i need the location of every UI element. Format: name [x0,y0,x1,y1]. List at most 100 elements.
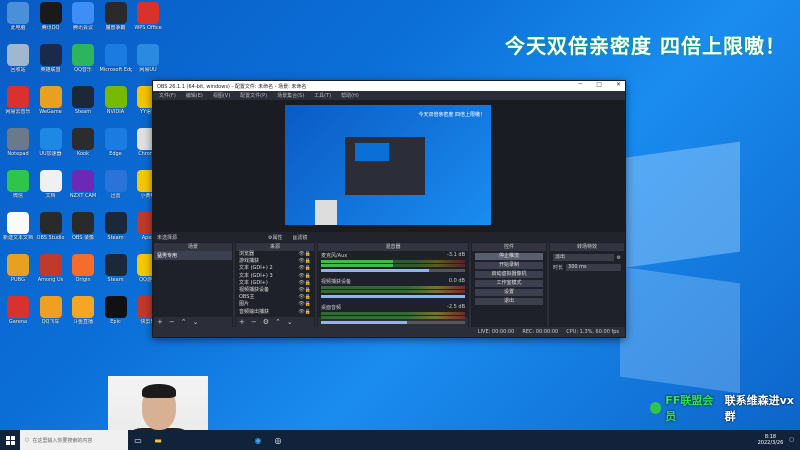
desktop-icon[interactable]: 网易UU [132,44,164,74]
menu-edit[interactable]: 编辑(E) [186,92,203,99]
start-button[interactable] [0,430,20,450]
volume-slider[interactable] [321,321,465,324]
desktop-icon[interactable]: 英雄联盟 [35,44,67,74]
transition-select[interactable]: 淡出 [553,254,614,261]
desktop-icon[interactable]: Epic [100,296,132,326]
desktop-icon[interactable]: Kook [67,128,99,158]
desktop-icon[interactable]: Steam [67,86,99,116]
exit-button[interactable]: 退出 [475,298,543,305]
source-label: 浏览器 [239,251,255,257]
visibility-lock-icon[interactable]: 👁🔒 [298,280,311,286]
desktop-icon[interactable]: NVIDIA [100,86,132,116]
desktop-icon[interactable]: UU加速器 [35,128,67,158]
edge-taskbar-icon[interactable]: ◉ [248,430,268,450]
clock[interactable]: 8:18 2022/3/26 [758,434,784,446]
desktop-icon[interactable]: PUBG [2,254,34,284]
obs-preview[interactable]: 今天双倍亲密度 四倍上限嗷！ [153,100,625,232]
duration-input[interactable]: 300 ms [566,264,621,271]
desktop-icon[interactable]: Garena [2,296,34,326]
menu-scene-collection[interactable]: 场景集合(S) [277,92,304,99]
file-explorer-icon[interactable]: ▬ [148,430,168,450]
desktop-icon[interactable]: 此电脑 [2,2,34,32]
desktop-icon[interactable]: 新建文本文档 [2,212,34,242]
visibility-lock-icon[interactable]: 👁🔒 [298,295,311,300]
desktop-icon[interactable]: Microsoft Edge [100,44,132,74]
obs-titlebar[interactable]: OBS 26.1.1 (64-bit, windows) - 配置文件: 未命名… [153,81,625,91]
settings-button[interactable]: 设置 [475,289,543,296]
minimize-icon[interactable]: ─ [579,81,583,88]
app-icon [137,44,159,66]
desktop-icon[interactable]: 斗鱼直播 [67,296,99,326]
add-icon[interactable]: + [239,318,245,326]
visibility-lock-icon[interactable]: 👁🔒 [298,309,311,315]
source-item[interactable]: 图片 👁🔒 [236,301,314,308]
notification-icon[interactable]: ▢ [789,437,794,443]
start-recording-button[interactable]: 开始录制 [475,262,543,269]
taskbar-search[interactable]: ○ 在这里输入你要搜索的内容 [20,430,128,450]
desktop-icon[interactable]: WeGame [35,86,67,116]
move-up-icon[interactable]: ⌃ [181,318,187,326]
stop-streaming-button[interactable]: 停止推流 [475,253,543,260]
menu-tools[interactable]: 工具(T) [314,92,331,99]
scene-item[interactable]: 猛男专用 [154,251,232,260]
volume-slider[interactable] [321,295,465,298]
desktop-icon[interactable]: OBS Studio [35,212,67,242]
properties-button[interactable]: ⚙属性 [268,234,282,241]
wechat-prefix: FF联盟会员 [665,394,714,423]
obs-window[interactable]: OBS 26.1.1 (64-bit, windows) - 配置文件: 未命名… [152,80,626,338]
desktop-icon[interactable]: 回收站 [2,44,34,74]
move-down-icon[interactable]: ⌄ [193,318,199,326]
gear-icon[interactable]: ⚙ [263,318,269,326]
visibility-lock-icon[interactable]: 👁🔒 [298,251,311,257]
remove-icon[interactable]: − [251,318,257,326]
visibility-lock-icon[interactable]: 👁🔒 [298,266,311,271]
visibility-lock-icon[interactable]: 👁🔒 [298,259,311,264]
desktop-icon[interactable]: Origin [67,254,99,284]
menu-help[interactable]: 帮助(H) [341,92,359,99]
remove-icon[interactable]: − [169,318,175,326]
desktop-icon[interactable]: Steam [100,254,132,284]
desktop-icon[interactable]: QQ音乐 [67,44,99,74]
source-item[interactable]: 文本 (GDI+) 2 👁🔒 [236,265,314,272]
desktop-icon[interactable]: 迅雷 [100,170,132,200]
volume-slider[interactable] [321,269,465,272]
move-down-icon[interactable]: ⌄ [287,318,293,326]
desktop-icon[interactable]: Among Us [35,254,67,284]
visibility-lock-icon[interactable]: 👁🔒 [298,273,311,279]
desktop-icon[interactable]: 微信 [2,170,34,200]
desktop-icon-label: Origin [75,277,91,283]
move-up-icon[interactable]: ⌃ [275,318,281,326]
visibility-lock-icon[interactable]: 👁🔒 [298,287,311,293]
task-view-icon[interactable]: ▭ [128,430,148,450]
menu-profile[interactable]: 配置文件(P) [240,92,267,99]
desktop-icon[interactable]: 腾讯会议 [67,2,99,32]
gear-icon[interactable]: ⚙ [617,255,621,261]
source-item[interactable]: 文本 (GDI+) 👁🔒 [236,280,314,287]
desktop-icon[interactable]: 网易云音乐 [2,86,34,116]
add-icon[interactable]: + [157,318,163,326]
desktop-icon[interactable]: NZXT CAM [67,170,99,200]
desktop-icon[interactable]: OBS 录像 [67,212,99,242]
desktop-icon[interactable]: WPS Office [132,2,164,32]
desktop-icon[interactable]: 文档 [35,170,67,200]
filters-button[interactable]: ▥滤镜 [292,234,307,241]
desktop-icon[interactable]: Edge [100,128,132,158]
source-item[interactable]: 文本 (GDI+) 3 👁🔒 [236,273,314,280]
menu-file[interactable]: 文件(F) [159,92,176,99]
virtual-camera-button[interactable]: 启动虚拟摄像机 [475,271,543,278]
studio-mode-button[interactable]: 工作室模式 [475,280,543,287]
desktop-icon[interactable]: QQ飞车 [35,296,67,326]
desktop-icon[interactable]: Notepad [2,128,34,158]
system-tray: 8:18 2022/3/26 ▢ [758,430,800,450]
desktop-icon[interactable]: 魔兽争霸 [100,2,132,32]
source-item[interactable]: 音频输出捕获 👁🔒 [236,309,314,316]
desktop-icon[interactable]: Steam [100,212,132,242]
obs-taskbar-icon[interactable]: ◎ [268,430,288,450]
controls-header: 控件 [472,243,546,251]
visibility-lock-icon[interactable]: 👁🔒 [298,302,311,307]
desktop-icon[interactable]: 腾讯QQ [35,2,67,32]
close-icon[interactable]: ✕ [616,81,621,88]
desktop-icon-label: Steam [107,277,124,283]
maximize-icon[interactable]: □ [596,81,602,88]
menu-view[interactable]: 视图(V) [213,92,230,99]
